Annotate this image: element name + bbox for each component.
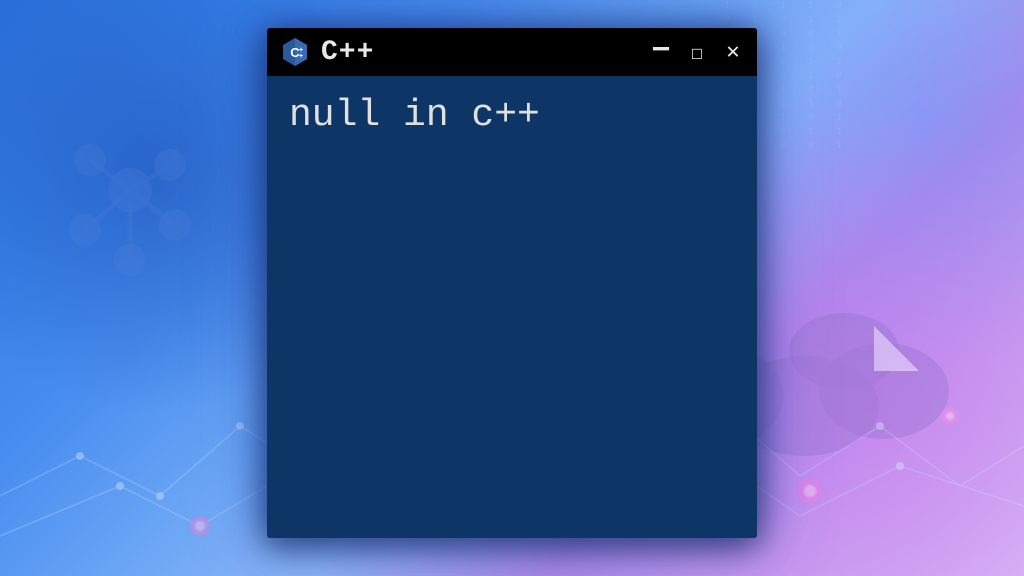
terminal-window: C + + C++ − ☐ ✕ null in c++ xyxy=(267,28,757,538)
minimize-button[interactable]: − xyxy=(649,34,673,64)
molecule-decoration xyxy=(40,120,220,300)
close-button[interactable]: ✕ xyxy=(721,41,745,63)
titlebar[interactable]: C + + C++ − ☐ ✕ xyxy=(267,28,757,76)
cpp-icon: C + + xyxy=(279,36,311,68)
maximize-button[interactable]: ☐ xyxy=(685,42,709,62)
svg-text:+: + xyxy=(299,53,303,60)
digital-rain-decoration: 1 0 1 1 0 0 1 0 1 1 1 1 0 0 1 0 1 1 0 0 … xyxy=(724,0,1024,200)
window-title: C++ xyxy=(321,37,639,68)
terminal-content: null in c++ xyxy=(289,94,735,137)
terminal-body[interactable]: null in c++ xyxy=(267,76,757,538)
window-controls: − ☐ ✕ xyxy=(649,37,745,67)
